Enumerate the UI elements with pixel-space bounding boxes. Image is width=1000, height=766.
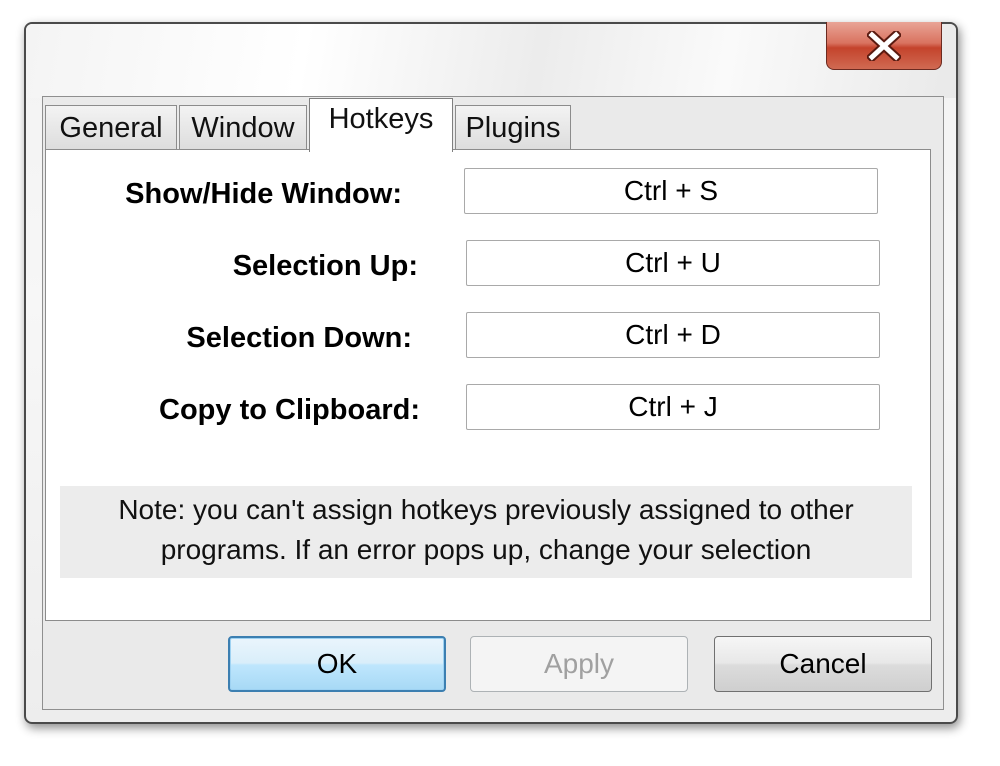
selection-up-hotkey-field[interactable]: Ctrl + U bbox=[466, 240, 880, 286]
apply-button: Apply bbox=[470, 636, 688, 692]
dialog-content-frame: General Window Hotkeys Plugins Show/Hide… bbox=[42, 96, 944, 710]
tab-general[interactable]: General bbox=[45, 105, 177, 151]
show-hide-window-hotkey-field[interactable]: Ctrl + S bbox=[464, 168, 878, 214]
dialog-window: General Window Hotkeys Plugins Show/Hide… bbox=[24, 22, 958, 724]
tab-plugins[interactable]: Plugins bbox=[455, 105, 571, 151]
close-button[interactable] bbox=[826, 22, 942, 70]
selection-down-label: Selection Down: bbox=[186, 322, 412, 354]
copy-to-clipboard-hotkey-field[interactable]: Ctrl + J bbox=[466, 384, 880, 430]
ok-button[interactable]: OK bbox=[228, 636, 446, 692]
tab-window[interactable]: Window bbox=[179, 105, 307, 151]
show-hide-window-label: Show/Hide Window: bbox=[125, 178, 402, 210]
close-icon bbox=[867, 30, 901, 61]
copy-to-clipboard-label: Copy to Clipboard: bbox=[159, 394, 420, 426]
selection-down-hotkey-field[interactable]: Ctrl + D bbox=[466, 312, 880, 358]
tab-hotkeys[interactable]: Hotkeys bbox=[309, 98, 453, 152]
title-bar[interactable] bbox=[26, 24, 956, 98]
note-line-1: Note: you can't assign hotkeys previousl… bbox=[118, 494, 854, 525]
tab-strip: General Window Hotkeys Plugins bbox=[45, 98, 573, 152]
cancel-button[interactable]: Cancel bbox=[714, 636, 932, 692]
hotkey-note: Note: you can't assign hotkeys previousl… bbox=[60, 486, 912, 578]
hotkeys-panel: Show/Hide Window: Ctrl + S Selection Up:… bbox=[45, 149, 931, 621]
selection-up-label: Selection Up: bbox=[232, 250, 418, 282]
note-line-2: programs. If an error pops up, change yo… bbox=[160, 534, 812, 565]
